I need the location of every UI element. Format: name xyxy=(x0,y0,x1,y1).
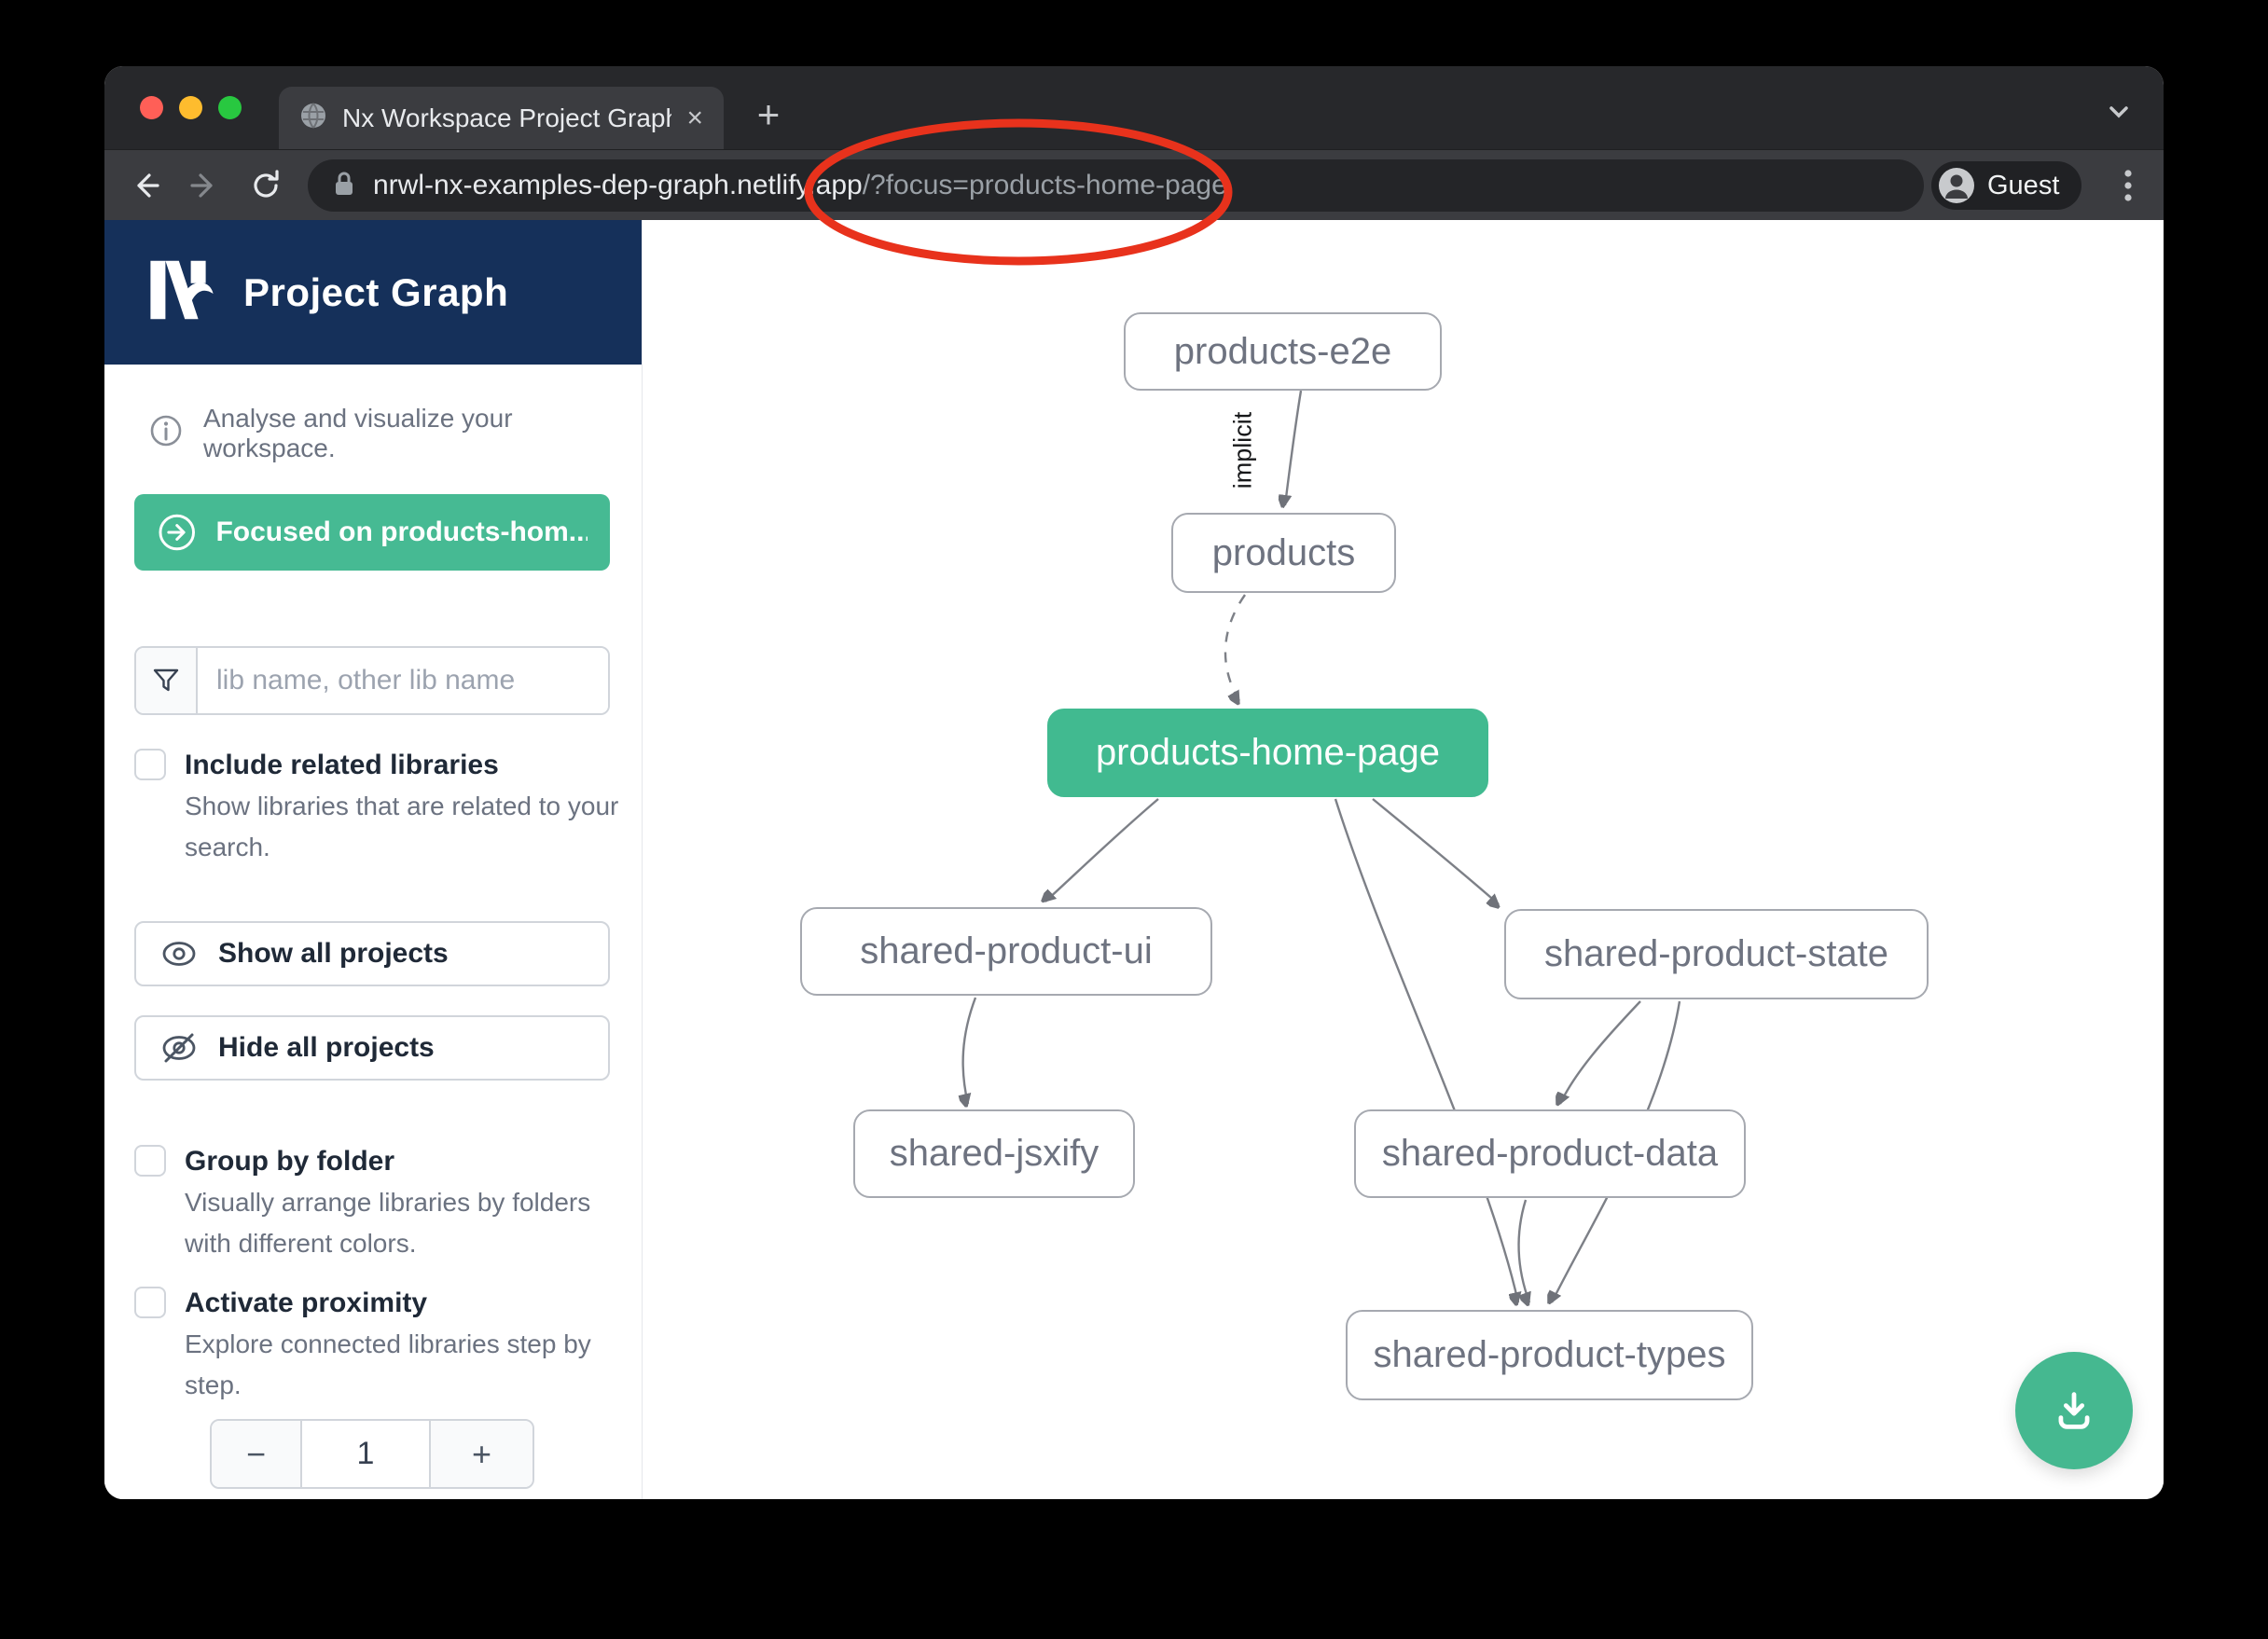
show-all-projects-button[interactable]: Show all projects xyxy=(134,921,610,986)
include-related-description: Show libraries that are related to your … xyxy=(185,786,630,868)
url-bar[interactable]: nrwl-nx-examples-dep-graph.netlify.app/?… xyxy=(308,159,1924,212)
graph-node-products-e2e[interactable]: products-e2e xyxy=(1124,312,1442,391)
hide-all-projects-label: Hide all projects xyxy=(218,1032,435,1064)
reload-button[interactable] xyxy=(247,167,284,204)
profile-chip[interactable]: Guest xyxy=(1931,161,2081,210)
tagline-row: Analyse and visualize your workspace. xyxy=(104,365,642,463)
eye-icon xyxy=(160,940,198,968)
group-by-folder-row: Group by folder Visually arrange librari… xyxy=(134,1143,630,1264)
graph-node-shared-product-ui[interactable]: shared-product-ui xyxy=(800,907,1212,996)
tagline-text: Analyse and visualize your workspace. xyxy=(203,404,642,463)
activate-proximity-row: Activate proximity Explore connected lib… xyxy=(134,1285,630,1406)
url-text: nrwl-nx-examples-dep-graph.netlify.app/?… xyxy=(373,170,1227,201)
browser-menu-icon[interactable] xyxy=(2109,167,2147,204)
focused-button-label: Focused on products-hom... xyxy=(215,516,588,548)
edge-label-implicit: implicit xyxy=(1229,412,1258,489)
url-domain: nrwl-nx-examples-dep-graph.netlify.app xyxy=(373,170,863,200)
info-icon xyxy=(149,414,183,454)
group-by-folder-checkbox[interactable] xyxy=(134,1145,166,1177)
graph-node-shared-product-types[interactable]: shared-product-types xyxy=(1346,1310,1753,1400)
graph-node-shared-jsxify[interactable]: shared-jsxify xyxy=(853,1109,1135,1198)
graph-canvas[interactable]: implicit products-e2e products products-… xyxy=(643,220,2164,1499)
hide-all-projects-button[interactable]: Hide all projects xyxy=(134,1015,610,1081)
minimize-window-button[interactable] xyxy=(179,96,202,119)
close-window-button[interactable] xyxy=(140,96,163,119)
browser-tab[interactable]: Nx Workspace Project Graph × xyxy=(279,87,724,149)
download-icon xyxy=(2050,1386,2098,1435)
new-tab-button[interactable]: + xyxy=(748,94,789,135)
include-related-row: Include related libraries Show libraries… xyxy=(134,747,630,868)
back-button[interactable] xyxy=(126,167,163,204)
desktop-background: Nx Workspace Project Graph × + xyxy=(0,0,2268,1639)
forward-button[interactable] xyxy=(187,167,224,204)
app-title: Project Graph xyxy=(243,270,508,315)
sidebar: Project Graph Analyse and visualize your… xyxy=(104,220,643,1499)
activate-proximity-checkbox[interactable] xyxy=(134,1287,166,1318)
include-related-label: Include related libraries xyxy=(185,747,630,784)
sidebar-header: Project Graph xyxy=(104,220,642,365)
depth-value[interactable]: 1 xyxy=(302,1421,429,1487)
tab-title: Nx Workspace Project Graph xyxy=(342,103,671,133)
url-path: /?focus=products-home-page xyxy=(863,170,1227,200)
browser-window: Nx Workspace Project Graph × + xyxy=(104,66,2164,1499)
focused-button[interactable]: Focused on products-hom... xyxy=(134,494,610,571)
graph-node-products[interactable]: products xyxy=(1171,513,1396,593)
filter-input[interactable] xyxy=(198,648,608,713)
guest-avatar-icon xyxy=(1939,168,1974,203)
show-all-projects-label: Show all projects xyxy=(218,938,449,970)
filter-field xyxy=(134,646,610,715)
activate-proximity-label: Activate proximity xyxy=(185,1285,630,1322)
profile-label: Guest xyxy=(1987,171,2059,201)
zoom-window-button[interactable] xyxy=(218,96,242,119)
tab-close-icon[interactable]: × xyxy=(686,104,703,132)
tab-strip: Nx Workspace Project Graph × + xyxy=(104,66,2164,149)
tab-search-chevron-icon[interactable] xyxy=(2102,102,2136,129)
tab-favicon-globe-icon xyxy=(299,102,327,134)
group-by-folder-label: Group by folder xyxy=(185,1143,630,1180)
browser-toolbar: nrwl-nx-examples-dep-graph.netlify.app/?… xyxy=(104,149,2164,220)
proximity-depth-stepper: − 1 + xyxy=(210,1419,534,1489)
graph-node-products-home-page[interactable]: products-home-page xyxy=(1047,709,1488,797)
graph-node-shared-product-state[interactable]: shared-product-state xyxy=(1504,909,1929,999)
graph-node-shared-product-data[interactable]: shared-product-data xyxy=(1354,1109,1746,1198)
filter-funnel-icon xyxy=(136,648,198,713)
include-related-checkbox[interactable] xyxy=(134,749,166,780)
group-by-folder-description: Visually arrange libraries by folders wi… xyxy=(185,1182,630,1264)
depth-decrement-button[interactable]: − xyxy=(212,1421,302,1487)
graph-edges xyxy=(643,220,2164,1499)
activate-proximity-description: Explore connected libraries step by step… xyxy=(185,1324,630,1406)
lock-icon xyxy=(332,170,356,202)
nx-logo xyxy=(145,256,219,328)
page-content: Project Graph Analyse and visualize your… xyxy=(104,220,2164,1499)
eye-off-icon xyxy=(160,1032,198,1064)
window-controls xyxy=(140,96,242,119)
depth-increment-button[interactable]: + xyxy=(429,1421,532,1487)
focus-arrow-icon xyxy=(157,512,197,553)
download-image-button[interactable] xyxy=(2015,1352,2133,1469)
